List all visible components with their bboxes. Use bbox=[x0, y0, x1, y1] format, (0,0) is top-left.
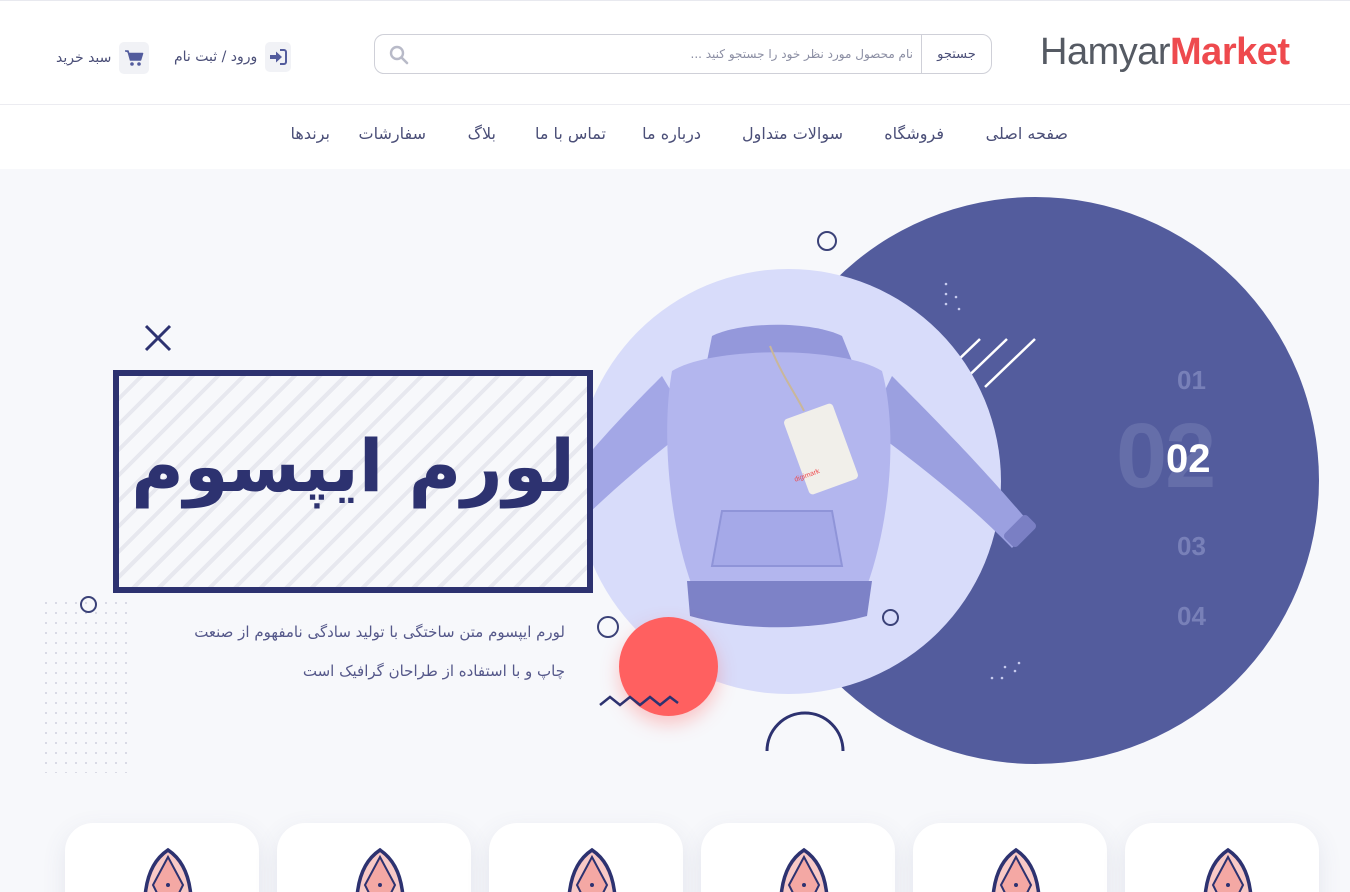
zigzag-decor bbox=[599, 695, 679, 707]
nav-item-contact[interactable]: تماس با ما bbox=[535, 124, 606, 143]
hero-subtitle-line1: لورم ایپسوم متن ساختگی با تولید سادگی نا… bbox=[194, 623, 565, 641]
search-input[interactable] bbox=[453, 41, 913, 67]
site-logo[interactable]: HamyarMarket bbox=[1040, 31, 1290, 74]
logo-part1: Hamyar bbox=[1040, 31, 1171, 73]
ring-decor bbox=[817, 231, 837, 251]
site-header: HamyarMarket جستجو ورود / ثبت نام سبد خر… bbox=[0, 0, 1350, 105]
diamond-gem-icon bbox=[143, 847, 193, 892]
nav-item-about[interactable]: درباره ما bbox=[642, 124, 701, 143]
category-card[interactable] bbox=[277, 823, 471, 892]
ring-decor bbox=[80, 596, 97, 613]
hero-subtitle-line2: چاپ و با استفاده از طراحان گرافیک است bbox=[302, 662, 565, 680]
category-card[interactable] bbox=[701, 823, 895, 892]
diamond-gem-icon bbox=[779, 847, 829, 892]
nav-item-shop[interactable]: فروشگاه bbox=[884, 124, 944, 143]
close-x-decor bbox=[144, 324, 172, 352]
diamond-gem-icon bbox=[355, 847, 405, 892]
cart-link[interactable]: سبد خرید bbox=[56, 42, 150, 74]
nav-item-orders[interactable]: سفارشات bbox=[359, 124, 426, 143]
hero-title: لورم ایپسوم bbox=[131, 424, 575, 508]
diamond-gem-icon bbox=[567, 847, 617, 892]
dots-decor-bottom bbox=[990, 661, 1021, 680]
sign-in-icon bbox=[265, 42, 292, 72]
slide-indicator-1[interactable]: 01 bbox=[1177, 365, 1206, 396]
login-link[interactable]: ورود / ثبت نام bbox=[174, 42, 292, 72]
logo-part2: Market bbox=[1170, 31, 1290, 73]
login-label: ورود / ثبت نام bbox=[174, 49, 258, 65]
hero-title-frame: لورم ایپسوم bbox=[113, 370, 593, 593]
diamond-gem-icon bbox=[991, 847, 1041, 892]
diamond-gem-icon bbox=[1203, 847, 1253, 892]
nav-item-brands[interactable]: برندها bbox=[291, 124, 330, 143]
half-ring-decor bbox=[765, 711, 845, 752]
cart-label: سبد خرید bbox=[56, 50, 112, 66]
search-bar: جستجو bbox=[374, 34, 992, 74]
slide-indicator-2-active[interactable]: 02 bbox=[1166, 437, 1211, 482]
dots-decor-top bbox=[944, 282, 961, 311]
slide-indicator-4[interactable]: 04 bbox=[1177, 601, 1206, 632]
dot-pattern bbox=[40, 597, 130, 773]
category-card[interactable] bbox=[1125, 823, 1319, 892]
category-card[interactable] bbox=[489, 823, 683, 892]
hero-subtitle: لورم ایپسوم متن ساختگی با تولید سادگی نا… bbox=[140, 613, 565, 691]
category-card[interactable] bbox=[913, 823, 1107, 892]
nav-item-blog[interactable]: بلاگ bbox=[468, 124, 496, 143]
search-icon[interactable] bbox=[389, 45, 409, 65]
cart-icon bbox=[119, 42, 150, 74]
nav-item-faq[interactable]: سوالات متداول bbox=[742, 124, 843, 143]
hero-slider: 02 01 02 03 04 digimark لورم ایپسوم لورم… bbox=[0, 169, 1350, 892]
nav-item-home[interactable]: صفحه اصلی bbox=[986, 124, 1068, 143]
category-card[interactable] bbox=[65, 823, 259, 892]
search-button[interactable]: جستجو bbox=[921, 35, 991, 73]
main-nav: صفحه اصلی فروشگاه سوالات متداول درباره م… bbox=[0, 106, 1350, 169]
slide-indicator-3[interactable]: 03 bbox=[1177, 531, 1206, 562]
